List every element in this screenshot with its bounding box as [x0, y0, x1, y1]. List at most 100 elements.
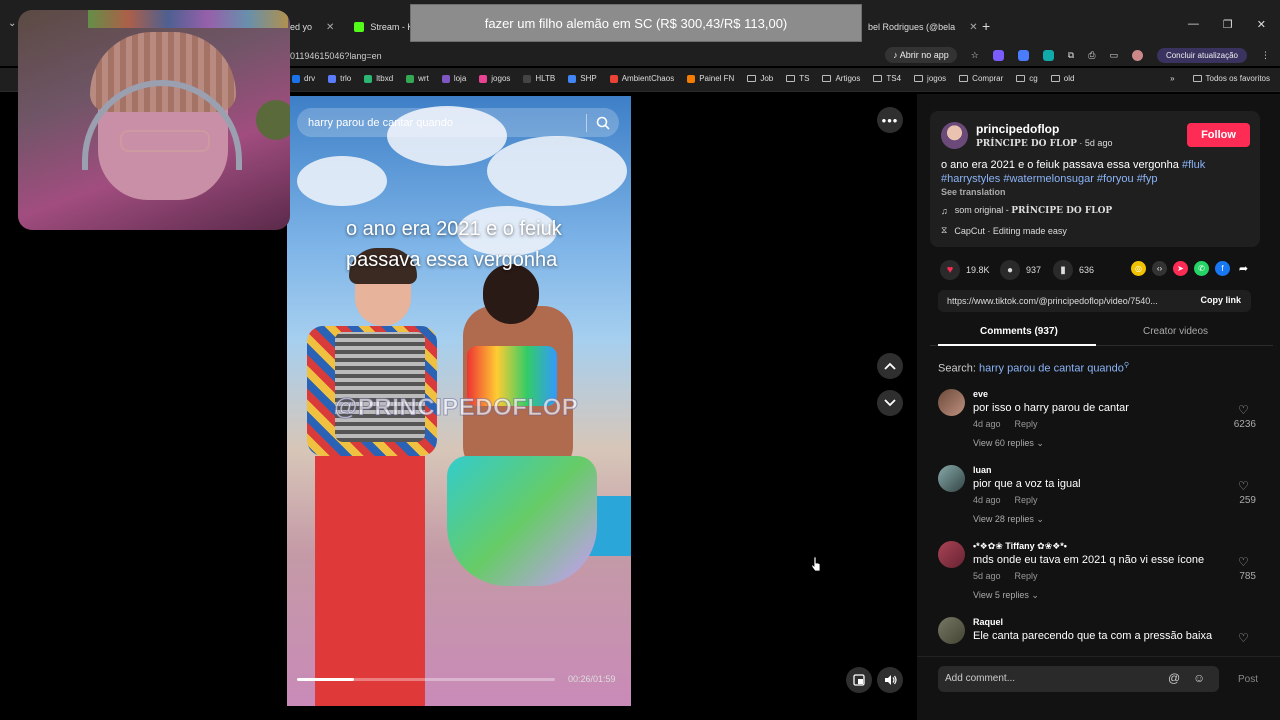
- view-replies-button[interactable]: View 28 replies ⌄: [973, 514, 1044, 525]
- open-app-button[interactable]: ♪ Abrir no app: [885, 47, 957, 63]
- whatsapp-icon[interactable]: ✆: [1194, 261, 1209, 276]
- close-icon[interactable]: ✕: [969, 22, 977, 33]
- floating-player-button[interactable]: [846, 667, 872, 693]
- heart-outline-icon[interactable]: ♡: [1238, 555, 1249, 569]
- emoji-icon[interactable]: ☺: [1193, 671, 1205, 685]
- hashtag-link[interactable]: #fyp: [1137, 173, 1158, 185]
- glasses: [120, 130, 210, 152]
- coin-icon[interactable]: ◎: [1131, 261, 1146, 276]
- avatar[interactable]: [938, 465, 965, 492]
- capcut-anchor[interactable]: ⧖ CapCut · Editing made easy: [941, 225, 1067, 236]
- maximize-icon[interactable]: ❐: [1223, 18, 1233, 31]
- bookmark-item[interactable]: cg: [1016, 74, 1038, 83]
- bookmark-item[interactable]: Comprar: [959, 74, 1003, 83]
- close-icon[interactable]: ✕: [326, 22, 334, 33]
- share-arrow-icon[interactable]: ➦: [1236, 261, 1251, 276]
- hashtag-link[interactable]: #harrystyles: [941, 173, 1000, 185]
- reply-button[interactable]: Reply: [1015, 419, 1038, 429]
- bookmark-item[interactable]: ltbxd: [364, 74, 393, 83]
- hashtag-link[interactable]: #watermelonsugar: [1003, 173, 1094, 185]
- video-search-bar[interactable]: harry parou de cantar quando: [297, 108, 619, 137]
- bookmark-item[interactable]: trlo: [328, 74, 351, 83]
- bookmark-item[interactable]: TS4: [873, 74, 901, 83]
- video-link[interactable]: https://www.tiktok.com/@principedoflop/v…: [947, 296, 1187, 306]
- bookmark-item[interactable]: Painel FN: [687, 74, 734, 83]
- bookmark-item[interactable]: drv: [292, 74, 315, 83]
- tab-comments[interactable]: Comments (937): [980, 326, 1058, 337]
- tab-creator-videos[interactable]: Creator videos: [1143, 326, 1208, 337]
- bookmark-item[interactable]: jogos: [914, 74, 946, 83]
- avatar[interactable]: [938, 617, 965, 644]
- comment-input[interactable]: Add comment... @ ☺: [938, 666, 1219, 692]
- comment-meta: 5d ago Reply: [973, 571, 1038, 581]
- copy-link-button[interactable]: Copy link: [1200, 295, 1241, 305]
- comment-username[interactable]: luan: [973, 465, 992, 475]
- bookmark-item[interactable]: HLTB: [523, 74, 555, 83]
- search-icon[interactable]: [587, 116, 619, 130]
- bookmark-item[interactable]: Artigos: [822, 74, 860, 83]
- bookmark-item[interactable]: old: [1050, 74, 1074, 83]
- bookmark-item[interactable]: TS: [786, 74, 809, 83]
- new-tab-icon[interactable]: +: [982, 18, 990, 34]
- next-video-button[interactable]: [877, 390, 903, 416]
- view-replies-button[interactable]: View 60 replies ⌄: [973, 438, 1044, 449]
- extension-icon[interactable]: [1042, 49, 1054, 61]
- comment-item: •*❖✿❀ Tiffany ✿❀❖*• mds onde eu tava em …: [938, 541, 1260, 607]
- tab-search-icon[interactable]: ⌄: [8, 18, 16, 29]
- comment-username[interactable]: eve: [973, 389, 988, 399]
- bookmark-item[interactable]: jogos: [479, 74, 510, 83]
- video-search-input[interactable]: harry parou de cantar quando: [297, 117, 586, 129]
- heart-outline-icon[interactable]: ♡: [1238, 631, 1249, 645]
- volume-button[interactable]: [877, 667, 903, 693]
- minimize-icon[interactable]: —: [1188, 18, 1199, 31]
- bookmark-item[interactable]: SHP: [568, 74, 597, 83]
- extension-icon[interactable]: [992, 49, 1004, 61]
- bookmark-item[interactable]: wrt: [406, 74, 429, 83]
- bookmarks-overflow-icon[interactable]: »: [1170, 74, 1174, 83]
- menu-kebab-icon[interactable]: ⋮: [1261, 50, 1270, 61]
- mention-icon[interactable]: @: [1168, 671, 1180, 685]
- star-icon[interactable]: ☆: [971, 50, 979, 61]
- heart-outline-icon[interactable]: ♡: [1238, 479, 1249, 493]
- reply-button[interactable]: Reply: [1015, 495, 1038, 505]
- heart-outline-icon[interactable]: ♡: [1238, 403, 1249, 417]
- puzzle-icon[interactable]: ⧉: [1068, 50, 1074, 61]
- bookmark-item[interactable]: Job: [747, 74, 773, 83]
- sound-info[interactable]: ♫ som original - PRÍNCIPE DO FLOP: [941, 205, 1112, 216]
- author-username[interactable]: principedoflop: [976, 122, 1059, 136]
- hashtag-link[interactable]: #foryou: [1097, 173, 1134, 185]
- avatar[interactable]: [938, 389, 965, 416]
- hashtag-link[interactable]: #fluk: [1182, 159, 1205, 171]
- avatar[interactable]: [938, 541, 965, 568]
- reply-button[interactable]: Reply: [1015, 571, 1038, 581]
- comment-username[interactable]: •*❖✿❀ Tiffany ✿❀❖*•: [973, 541, 1067, 552]
- profile-avatar[interactable]: [1131, 49, 1143, 61]
- follow-button[interactable]: Follow: [1187, 123, 1250, 147]
- close-window-icon[interactable]: ✕: [1257, 18, 1266, 31]
- view-replies-button[interactable]: View 5 replies ⌄: [973, 590, 1039, 601]
- previous-video-button[interactable]: [877, 353, 903, 379]
- send-icon[interactable]: ➤: [1173, 261, 1188, 276]
- save-stat[interactable]: ▮ 636: [1053, 260, 1094, 280]
- comment-username[interactable]: Raquel: [973, 617, 1003, 627]
- video-progress-bar[interactable]: [297, 678, 555, 681]
- bookmark-item[interactable]: loja: [441, 74, 466, 83]
- post-comment-button[interactable]: Post: [1238, 674, 1258, 685]
- facebook-icon[interactable]: f: [1215, 261, 1230, 276]
- printer-icon[interactable]: ⎙: [1088, 50, 1095, 61]
- more-options-button[interactable]: •••: [877, 107, 903, 133]
- author-avatar[interactable]: [941, 122, 968, 149]
- all-bookmarks[interactable]: Todos os favoritos: [1192, 74, 1270, 83]
- embed-icon[interactable]: ‹›: [1152, 261, 1167, 276]
- comment-stat[interactable]: ● 937: [1000, 260, 1041, 280]
- update-button[interactable]: Concluir atualização: [1156, 47, 1247, 63]
- cast-icon[interactable]: ▭: [1109, 50, 1118, 61]
- like-stat[interactable]: ♥ 19.8K: [940, 260, 990, 280]
- tab-tiktok-active[interactable]: bel Rodrigues (@bela ✕: [858, 14, 988, 40]
- bookmark-label: jogos: [491, 74, 511, 83]
- see-translation-link[interactable]: See translation: [941, 187, 1006, 197]
- bookmark-item[interactable]: AmbientChaos: [609, 74, 674, 83]
- extension-icon[interactable]: [1017, 49, 1029, 61]
- address-bar[interactable]: 01194615046?lang=en: [290, 51, 382, 61]
- search-query-link[interactable]: harry parou de cantar quando: [979, 363, 1124, 375]
